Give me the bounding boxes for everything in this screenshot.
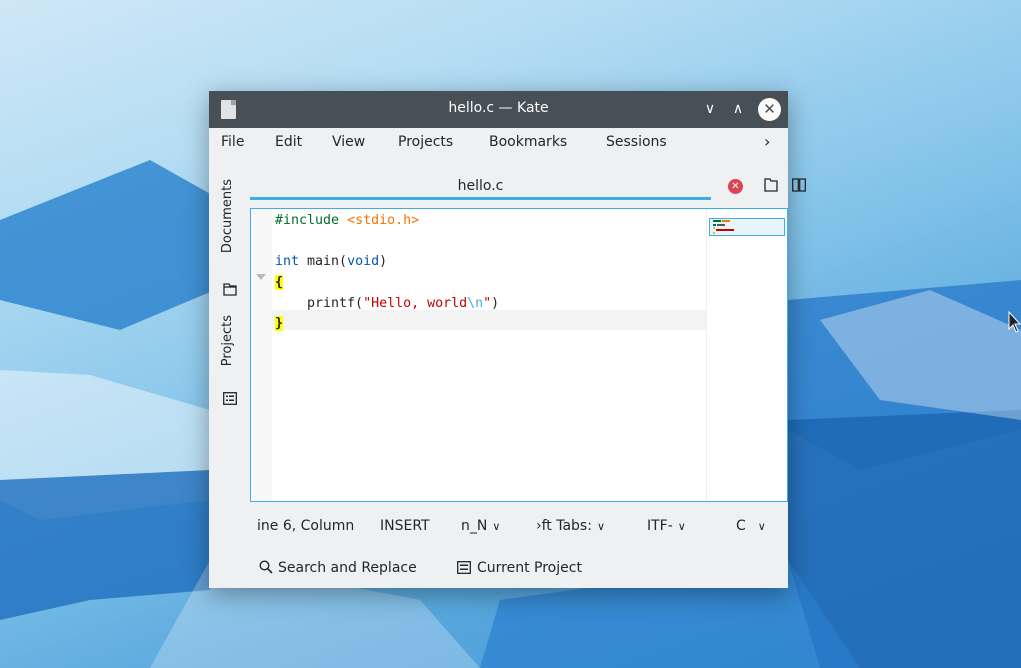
sidebar-documents-label: Documents	[220, 179, 235, 254]
chevron-down-icon: ∨	[492, 520, 501, 533]
indentation-value: ›ft Tabs:	[536, 518, 592, 534]
current-project-button[interactable]: Current Project	[457, 560, 582, 576]
new-tab-icon[interactable]	[764, 178, 778, 192]
code-token: main(	[299, 254, 348, 270]
code-token: <stdio.h>	[347, 213, 420, 228]
project-list-icon	[457, 561, 471, 574]
mouse-pointer-icon	[1008, 311, 1021, 333]
minimize-button[interactable]: ∨	[699, 98, 721, 120]
line-endings-select[interactable]: n_N ∨	[461, 518, 500, 534]
sidebar-projects-label: Projects	[220, 315, 235, 367]
code-token: "	[483, 295, 492, 311]
chevron-down-icon: ∨	[596, 520, 605, 533]
status-bar: ine 6, Column INSERT n_N ∨ ›ft Tabs: ∨ ITF…	[250, 513, 788, 543]
code-token: \n	[467, 295, 484, 311]
menu-projects[interactable]: Projects	[398, 134, 453, 150]
document-tab-bar: hello.c ✕	[250, 168, 806, 200]
code-token: "Hello, world	[363, 295, 468, 311]
editor-gutter[interactable]	[251, 209, 272, 501]
tab-label: hello.c	[457, 178, 504, 194]
minimap-viewport[interactable]	[709, 218, 785, 236]
syntax-select[interactable]: C ∨	[736, 518, 766, 534]
code-editor[interactable]: #include <stdio.h> int main(void) { prin…	[250, 208, 788, 502]
tab-hello-c[interactable]: hello.c	[250, 168, 711, 200]
menu-view[interactable]: View	[332, 134, 365, 150]
code-token: int	[275, 254, 300, 270]
menu-sessions[interactable]: Sessions	[606, 134, 667, 150]
code-line-4: {	[275, 273, 499, 294]
code-line-5: printf("Hello, world\n")	[275, 294, 499, 315]
encoding-select[interactable]: ITF- ∨	[647, 518, 686, 534]
menu-edit[interactable]: Edit	[275, 134, 302, 150]
code-token: }	[275, 316, 284, 332]
folder-icon[interactable]	[223, 283, 237, 296]
line-endings-value: n_N	[461, 518, 488, 534]
search-replace-label: Search and Replace	[278, 560, 417, 576]
menu-bar: File Edit View Projects Bookmarks Sessio…	[209, 128, 788, 158]
bottom-toolbar: Search and Replace Current Project	[250, 554, 788, 584]
code-line-1: #include <stdio.h>	[275, 211, 499, 232]
menu-overflow-chevron-icon[interactable]: ›	[764, 132, 770, 151]
code-token: )	[379, 254, 388, 270]
code-token: {	[275, 275, 284, 291]
code-line-6: }	[275, 314, 499, 335]
code-token: void	[347, 254, 380, 270]
project-list-icon[interactable]	[223, 392, 237, 405]
code-token: printf(	[275, 295, 364, 311]
sidebar-tab-projects[interactable]: Projects	[217, 315, 243, 381]
split-view-icon[interactable]	[792, 178, 806, 192]
fold-marker-icon[interactable]	[256, 274, 266, 280]
sidebar-tab-documents[interactable]: Documents	[217, 179, 243, 275]
search-replace-button[interactable]: Search and Replace	[259, 560, 417, 576]
input-mode[interactable]: INSERT	[380, 518, 430, 534]
indentation-select[interactable]: ›ft Tabs: ∨	[536, 518, 605, 534]
active-tab-indicator	[250, 197, 711, 200]
chevron-down-icon: ∨	[677, 520, 686, 533]
cursor-position[interactable]: ine 6, Column	[257, 518, 354, 534]
close-tab-icon[interactable]: ✕	[728, 179, 743, 194]
encoding-value: ITF-	[647, 518, 673, 534]
code-token: #include	[275, 213, 340, 228]
code-line-3: int main(void)	[275, 252, 499, 273]
minimap[interactable]	[706, 209, 787, 501]
menu-bookmarks[interactable]: Bookmarks	[489, 134, 567, 150]
chevron-down-icon: ∨	[757, 520, 766, 533]
search-icon	[259, 560, 273, 574]
title-bar[interactable]: hello.c — Kate ∨ ∧ ✕	[209, 91, 788, 128]
close-button[interactable]: ✕	[758, 98, 781, 121]
code-content[interactable]: #include <stdio.h> int main(void) { prin…	[275, 211, 499, 335]
maximize-button[interactable]: ∧	[727, 98, 749, 120]
syntax-value: C	[736, 518, 746, 534]
code-token: )	[491, 295, 500, 311]
menu-file[interactable]: File	[221, 134, 244, 150]
kate-window: hello.c — Kate ∨ ∧ ✕ File Edit View Proj…	[209, 91, 806, 588]
current-project-label: Current Project	[477, 560, 582, 576]
